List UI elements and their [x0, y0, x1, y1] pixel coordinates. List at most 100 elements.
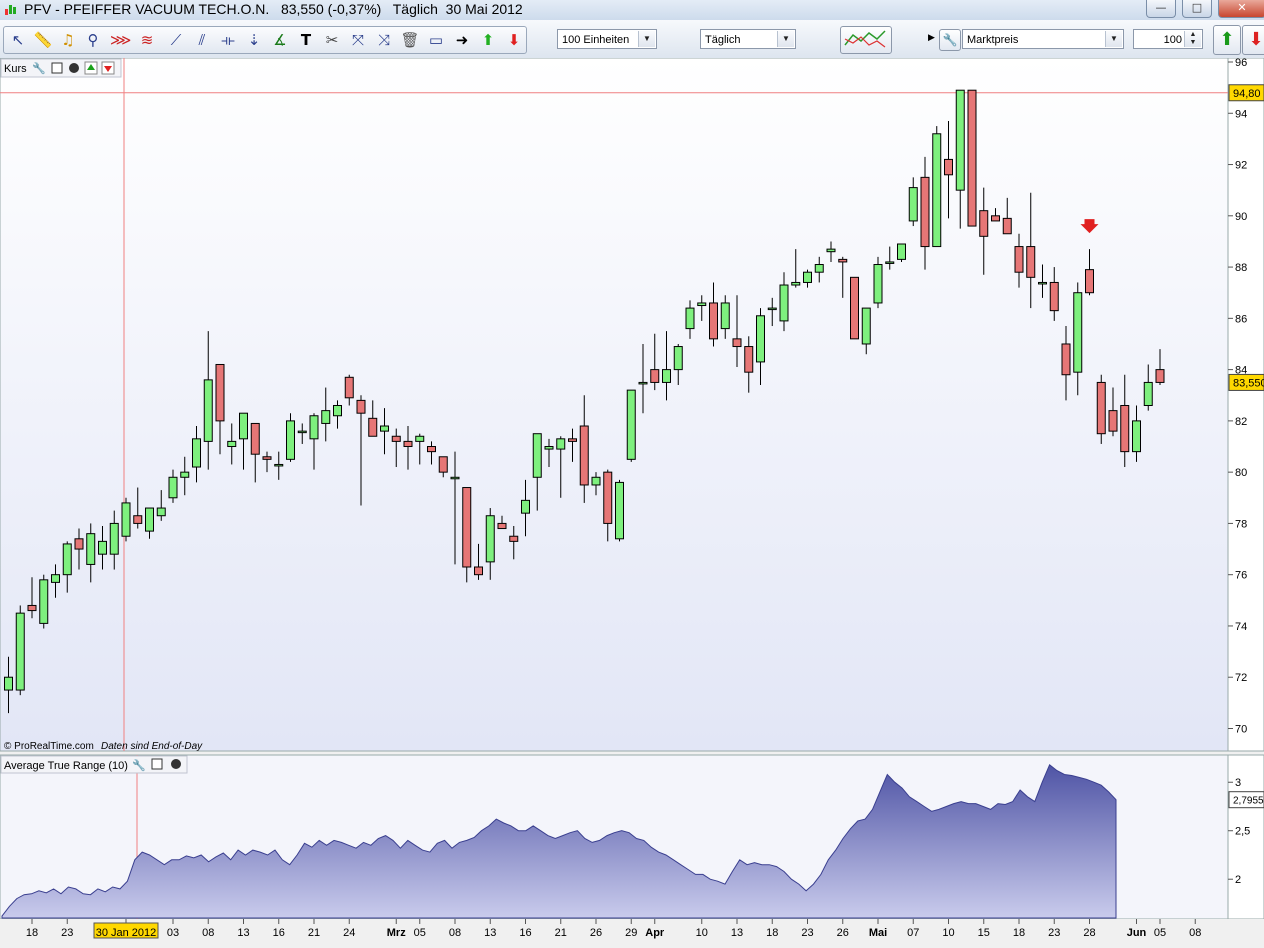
candle-body[interactable] [944, 158, 953, 176]
candle-body[interactable] [380, 425, 389, 432]
rectangle-icon[interactable]: ▭ [426, 30, 446, 50]
candle-body[interactable] [1002, 217, 1012, 235]
candle-body[interactable] [497, 522, 507, 530]
sell-order-button[interactable]: ⬇ [1242, 25, 1264, 55]
candle-body[interactable] [474, 566, 483, 576]
candle-body[interactable] [74, 538, 84, 550]
candle-body[interactable] [215, 363, 225, 422]
candle-body[interactable] [991, 215, 1000, 222]
stepper-arrows-icon[interactable]: ▲ ▼ [1184, 31, 1201, 47]
candle-body[interactable] [427, 446, 436, 453]
candle-body[interactable] [227, 440, 237, 448]
candle-body[interactable] [685, 307, 695, 330]
candle-body[interactable] [1120, 405, 1130, 453]
candle-body[interactable] [556, 438, 566, 450]
zoom-icon[interactable]: ⚲ [83, 30, 103, 50]
maximize-button[interactable]: □ [1182, 0, 1212, 18]
candle-body[interactable] [1038, 281, 1047, 285]
candle-body[interactable] [98, 540, 107, 555]
trendline-icon[interactable]: ⟋ [166, 30, 186, 50]
candle-body[interactable] [391, 435, 401, 442]
candle-body[interactable] [51, 574, 60, 583]
candle-body[interactable] [767, 307, 777, 311]
candle-body[interactable] [673, 346, 683, 371]
candle-body[interactable] [62, 543, 72, 576]
candle-body[interactable] [662, 369, 671, 383]
candle-body[interactable] [709, 302, 718, 340]
candle-body[interactable] [897, 243, 906, 260]
candle-body[interactable] [438, 456, 448, 473]
candle-body[interactable] [133, 515, 143, 524]
buy-order-button[interactable]: ⬆ [1213, 25, 1241, 55]
buy-arrow-icon[interactable]: ⬆ [478, 30, 498, 50]
candle-body[interactable] [791, 281, 801, 286]
candle-body[interactable] [1073, 292, 1083, 373]
candle-body[interactable] [850, 276, 859, 340]
candle-body[interactable] [27, 604, 37, 612]
close-panel-icon[interactable] [69, 63, 79, 73]
settings-wrench-button[interactable]: 🔧 [939, 29, 961, 51]
window-icon[interactable] [51, 62, 63, 74]
indicator-icon[interactable]: ∡ [270, 30, 290, 50]
candle-body[interactable] [485, 515, 495, 563]
candle-body[interactable] [967, 89, 977, 227]
candle-body[interactable] [697, 302, 707, 307]
minimize-button[interactable]: — [1146, 0, 1176, 18]
candle-body[interactable] [955, 89, 965, 191]
candle-body[interactable] [203, 379, 213, 442]
candle-body[interactable] [356, 399, 366, 414]
candle-body[interactable] [192, 438, 201, 468]
candle-body[interactable] [333, 405, 342, 417]
arrow-right-icon[interactable]: ➜ [452, 30, 472, 50]
candle-body[interactable] [720, 302, 730, 330]
candle-body[interactable] [568, 438, 577, 442]
candle-body[interactable] [814, 264, 824, 273]
candle-body[interactable] [1132, 420, 1141, 453]
candle-body[interactable] [521, 499, 530, 514]
text-icon[interactable]: T [296, 30, 316, 50]
vertical-line-icon[interactable]: ⇣ [244, 30, 264, 50]
candle-body[interactable] [861, 307, 871, 345]
sell-arrow-icon[interactable]: ⬇ [504, 30, 524, 50]
candle-body[interactable] [309, 415, 319, 440]
candle-body[interactable] [509, 535, 519, 542]
candle-body[interactable] [1014, 246, 1024, 273]
units-select[interactable]: 100 Einheiten ▼ [557, 29, 657, 49]
candle-body[interactable] [603, 471, 613, 524]
close-button[interactable]: ✕ [1218, 0, 1264, 18]
candle-body[interactable] [121, 502, 131, 537]
candle-body[interactable] [286, 420, 295, 460]
candle-body[interactable] [732, 338, 742, 348]
alarm-bell-icon[interactable]: ♫ [58, 30, 78, 50]
price-panel[interactable] [0, 57, 1229, 752]
chart-svg[interactable]: 7072747678808284868890929496 94,80 83,55… [0, 57, 1264, 944]
candle-body[interactable] [779, 284, 789, 322]
candle-body[interactable] [262, 456, 272, 460]
candle-body[interactable] [180, 471, 190, 478]
candle-body[interactable] [403, 440, 413, 448]
bars-count-stepper[interactable]: 100 ▲ ▼ [1133, 29, 1203, 49]
candle-body[interactable] [826, 248, 836, 253]
candle-body[interactable] [908, 187, 918, 222]
candle-body[interactable] [250, 422, 260, 455]
draw-icon[interactable]: ⤨ [374, 30, 394, 50]
candle-body[interactable] [109, 522, 119, 555]
candle-body[interactable] [344, 376, 354, 399]
pointer-icon[interactable]: ↖ [8, 30, 28, 50]
candle-body[interactable] [15, 612, 25, 691]
candle-body[interactable] [321, 410, 331, 424]
candle-body[interactable] [168, 476, 178, 499]
candle-body[interactable] [885, 261, 895, 264]
candle-body[interactable] [744, 346, 754, 373]
candle-body[interactable] [979, 210, 989, 237]
period-select[interactable]: Täglich ▼ [700, 29, 796, 49]
candle-body[interactable] [462, 487, 472, 568]
chart-style-button[interactable] [840, 26, 892, 54]
channel-icon[interactable]: ⫽ [192, 30, 212, 50]
candle-body[interactable] [450, 476, 460, 480]
candle-body[interactable] [838, 258, 848, 263]
tools-icon[interactable]: ✂ [322, 30, 342, 50]
price-type-select[interactable]: Marktpreis ▼ [962, 29, 1124, 49]
candle-body[interactable] [615, 481, 624, 540]
candle-body[interactable] [1049, 281, 1059, 312]
